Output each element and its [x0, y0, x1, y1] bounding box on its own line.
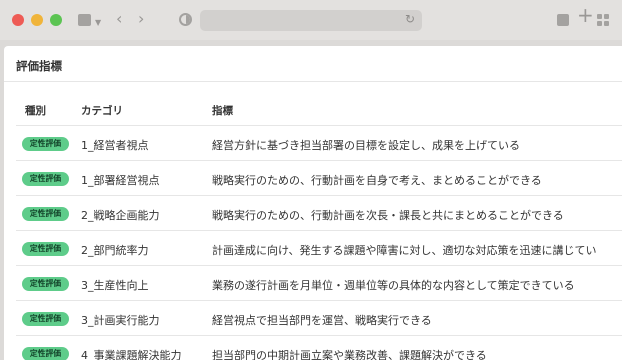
indicator-cell: 戦略実行のための、行動計画を自身で考え、まとめることができる — [212, 174, 542, 187]
indicator-cell: 経営視点で担当部門を運営、戦略実行できる — [212, 314, 432, 327]
page-title: 評価指標 — [4, 46, 622, 82]
header-type: 種別 — [25, 105, 46, 117]
table-row[interactable]: 定性評価 1_部署経営視点 戦略実行のための、行動計画を自身で考え、まとめること… — [16, 161, 622, 196]
reload-icon[interactable]: ↻ — [405, 12, 415, 26]
category-cell: 1_部署経営視点 — [81, 174, 160, 187]
close-window-button[interactable] — [12, 14, 24, 26]
maximize-window-button[interactable] — [50, 14, 62, 26]
category-cell: 2_戦略企画能力 — [81, 209, 160, 222]
category-cell: 4_事業課題解決能力 — [81, 349, 182, 360]
indicator-cell: 担当部門の中期計画立案や業務改善、課題解決ができる — [212, 349, 487, 360]
chevron-down-icon[interactable]: ▼ — [95, 16, 101, 29]
sidebar-toggle-icon[interactable] — [78, 14, 91, 26]
table-row[interactable]: 定性評価 3_生産性向上 業務の遂行計画を月単位・週単位等の具体的な内容として策… — [16, 266, 622, 301]
evaluation-type-badge: 定性評価 — [22, 137, 69, 151]
evaluation-type-badge: 定性評価 — [22, 312, 69, 326]
header-indicator: 指標 — [212, 105, 233, 117]
forward-arrow-icon[interactable]: › — [138, 11, 144, 27]
table-row[interactable]: 定性評価 3_計画実行能力 経営視点で担当部門を運営、戦略実行できる — [16, 301, 622, 336]
category-cell: 1_経営者視点 — [81, 139, 149, 152]
address-bar[interactable]: ↻ — [200, 10, 422, 31]
evaluation-type-badge: 定性評価 — [22, 347, 69, 360]
category-cell: 3_計画実行能力 — [81, 314, 160, 327]
category-cell: 2_部門統率力 — [81, 244, 149, 257]
evaluation-table: 種別 カテゴリ 指標 定性評価 1_経営者視点 経営方針に基づき担当部署の目標を… — [16, 91, 622, 360]
browser-toolbar: ▼ ‹ › ↻ + — [0, 0, 622, 40]
table-row[interactable]: 定性評価 2_戦略企画能力 戦略実行のための、行動計画を次長・課長と共にまとめる… — [16, 196, 622, 231]
privacy-shield-icon[interactable] — [179, 13, 192, 26]
tab-overview-grid-icon[interactable] — [597, 14, 609, 26]
back-arrow-icon[interactable]: ‹ — [116, 11, 122, 27]
table-row[interactable]: 定性評価 4_事業課題解決能力 担当部門の中期計画立案や業務改善、課題解決ができ… — [16, 336, 622, 360]
page-content: 評価指標 種別 カテゴリ 指標 定性評価 1_経営者視点 経営方針に基づき担当部… — [4, 46, 622, 360]
table-header-row: 種別 カテゴリ 指標 — [16, 91, 622, 126]
category-cell: 3_生産性向上 — [81, 279, 149, 292]
evaluation-type-badge: 定性評価 — [22, 242, 69, 256]
evaluation-type-badge: 定性評価 — [22, 207, 69, 221]
indicator-cell: 計画達成に向け、発生する課題や障害に対し、適切な対応策を迅速に講じてい — [212, 244, 597, 257]
evaluation-type-badge: 定性評価 — [22, 172, 69, 186]
new-tab-plus-icon[interactable]: + — [577, 5, 594, 25]
minimize-window-button[interactable] — [31, 14, 43, 26]
header-category: カテゴリ — [81, 105, 123, 117]
share-icon[interactable] — [557, 14, 569, 26]
table-row[interactable]: 定性評価 1_経営者視点 経営方針に基づき担当部署の目標を設定し、成果を上げてい… — [16, 126, 622, 161]
indicator-cell: 業務の遂行計画を月単位・週単位等の具体的な内容として策定できている — [212, 279, 575, 292]
indicator-cell: 経営方針に基づき担当部署の目標を設定し、成果を上げている — [212, 139, 520, 152]
evaluation-type-badge: 定性評価 — [22, 277, 69, 291]
indicator-cell: 戦略実行のための、行動計画を次長・課長と共にまとめることができる — [212, 209, 564, 222]
table-row[interactable]: 定性評価 2_部門統率力 計画達成に向け、発生する課題や障害に対し、適切な対応策… — [16, 231, 622, 266]
